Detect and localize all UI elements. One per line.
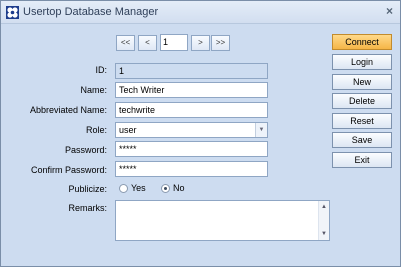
scroll-up-icon[interactable]: ▲ [319,202,329,212]
window-title: Usertop Database Manager [23,6,159,18]
role-label: Role: [85,125,107,135]
chevron-down-icon[interactable]: ▼ [255,123,267,137]
role-value: user [119,125,137,135]
main-window: Usertop Database Manager × << < 1 > >> I… [0,0,401,267]
id-field: 1 [115,63,268,79]
title-bar: Usertop Database Manager × [1,1,400,24]
record-number-input[interactable]: 1 [160,34,188,51]
remarks-label: Remarks: [68,203,107,213]
delete-button[interactable]: Delete [332,93,392,109]
reset-button[interactable]: Reset [332,113,392,129]
close-icon[interactable]: × [386,4,393,18]
remarks-textarea[interactable]: ▲ ▼ [115,200,330,241]
connect-button[interactable]: Connect [332,34,392,50]
app-logo-icon [6,6,19,19]
abbreviated-name-field[interactable]: techwrite [115,102,268,118]
role-select[interactable]: user ▼ [115,122,268,138]
name-field[interactable]: Tech Writer [115,82,268,98]
publicize-yes-radio[interactable] [119,184,128,193]
password-field[interactable]: ***** [115,141,268,157]
name-label: Name: [80,85,107,95]
new-button[interactable]: New [332,74,392,90]
exit-button[interactable]: Exit [332,152,392,168]
prev-record-button[interactable]: < [138,35,157,51]
abbreviated-name-label: Abbreviated Name: [29,105,107,115]
id-label: ID: [95,65,107,75]
last-record-button[interactable]: >> [211,35,230,51]
publicize-label: Publicize: [68,184,107,194]
password-label: Password: [64,145,107,155]
scroll-down-icon[interactable]: ▼ [319,229,329,239]
confirm-password-field[interactable]: ***** [115,161,268,177]
login-button[interactable]: Login [332,54,392,70]
publicize-yes-label[interactable]: Yes [131,183,146,193]
publicize-no-label[interactable]: No [173,183,185,193]
save-button[interactable]: Save [332,132,392,148]
first-record-button[interactable]: << [116,35,135,51]
publicize-no-radio[interactable] [161,184,170,193]
confirm-password-label: Confirm Password: [30,165,107,175]
remarks-scrollbar[interactable]: ▲ ▼ [318,201,329,240]
next-record-button[interactable]: > [191,35,210,51]
